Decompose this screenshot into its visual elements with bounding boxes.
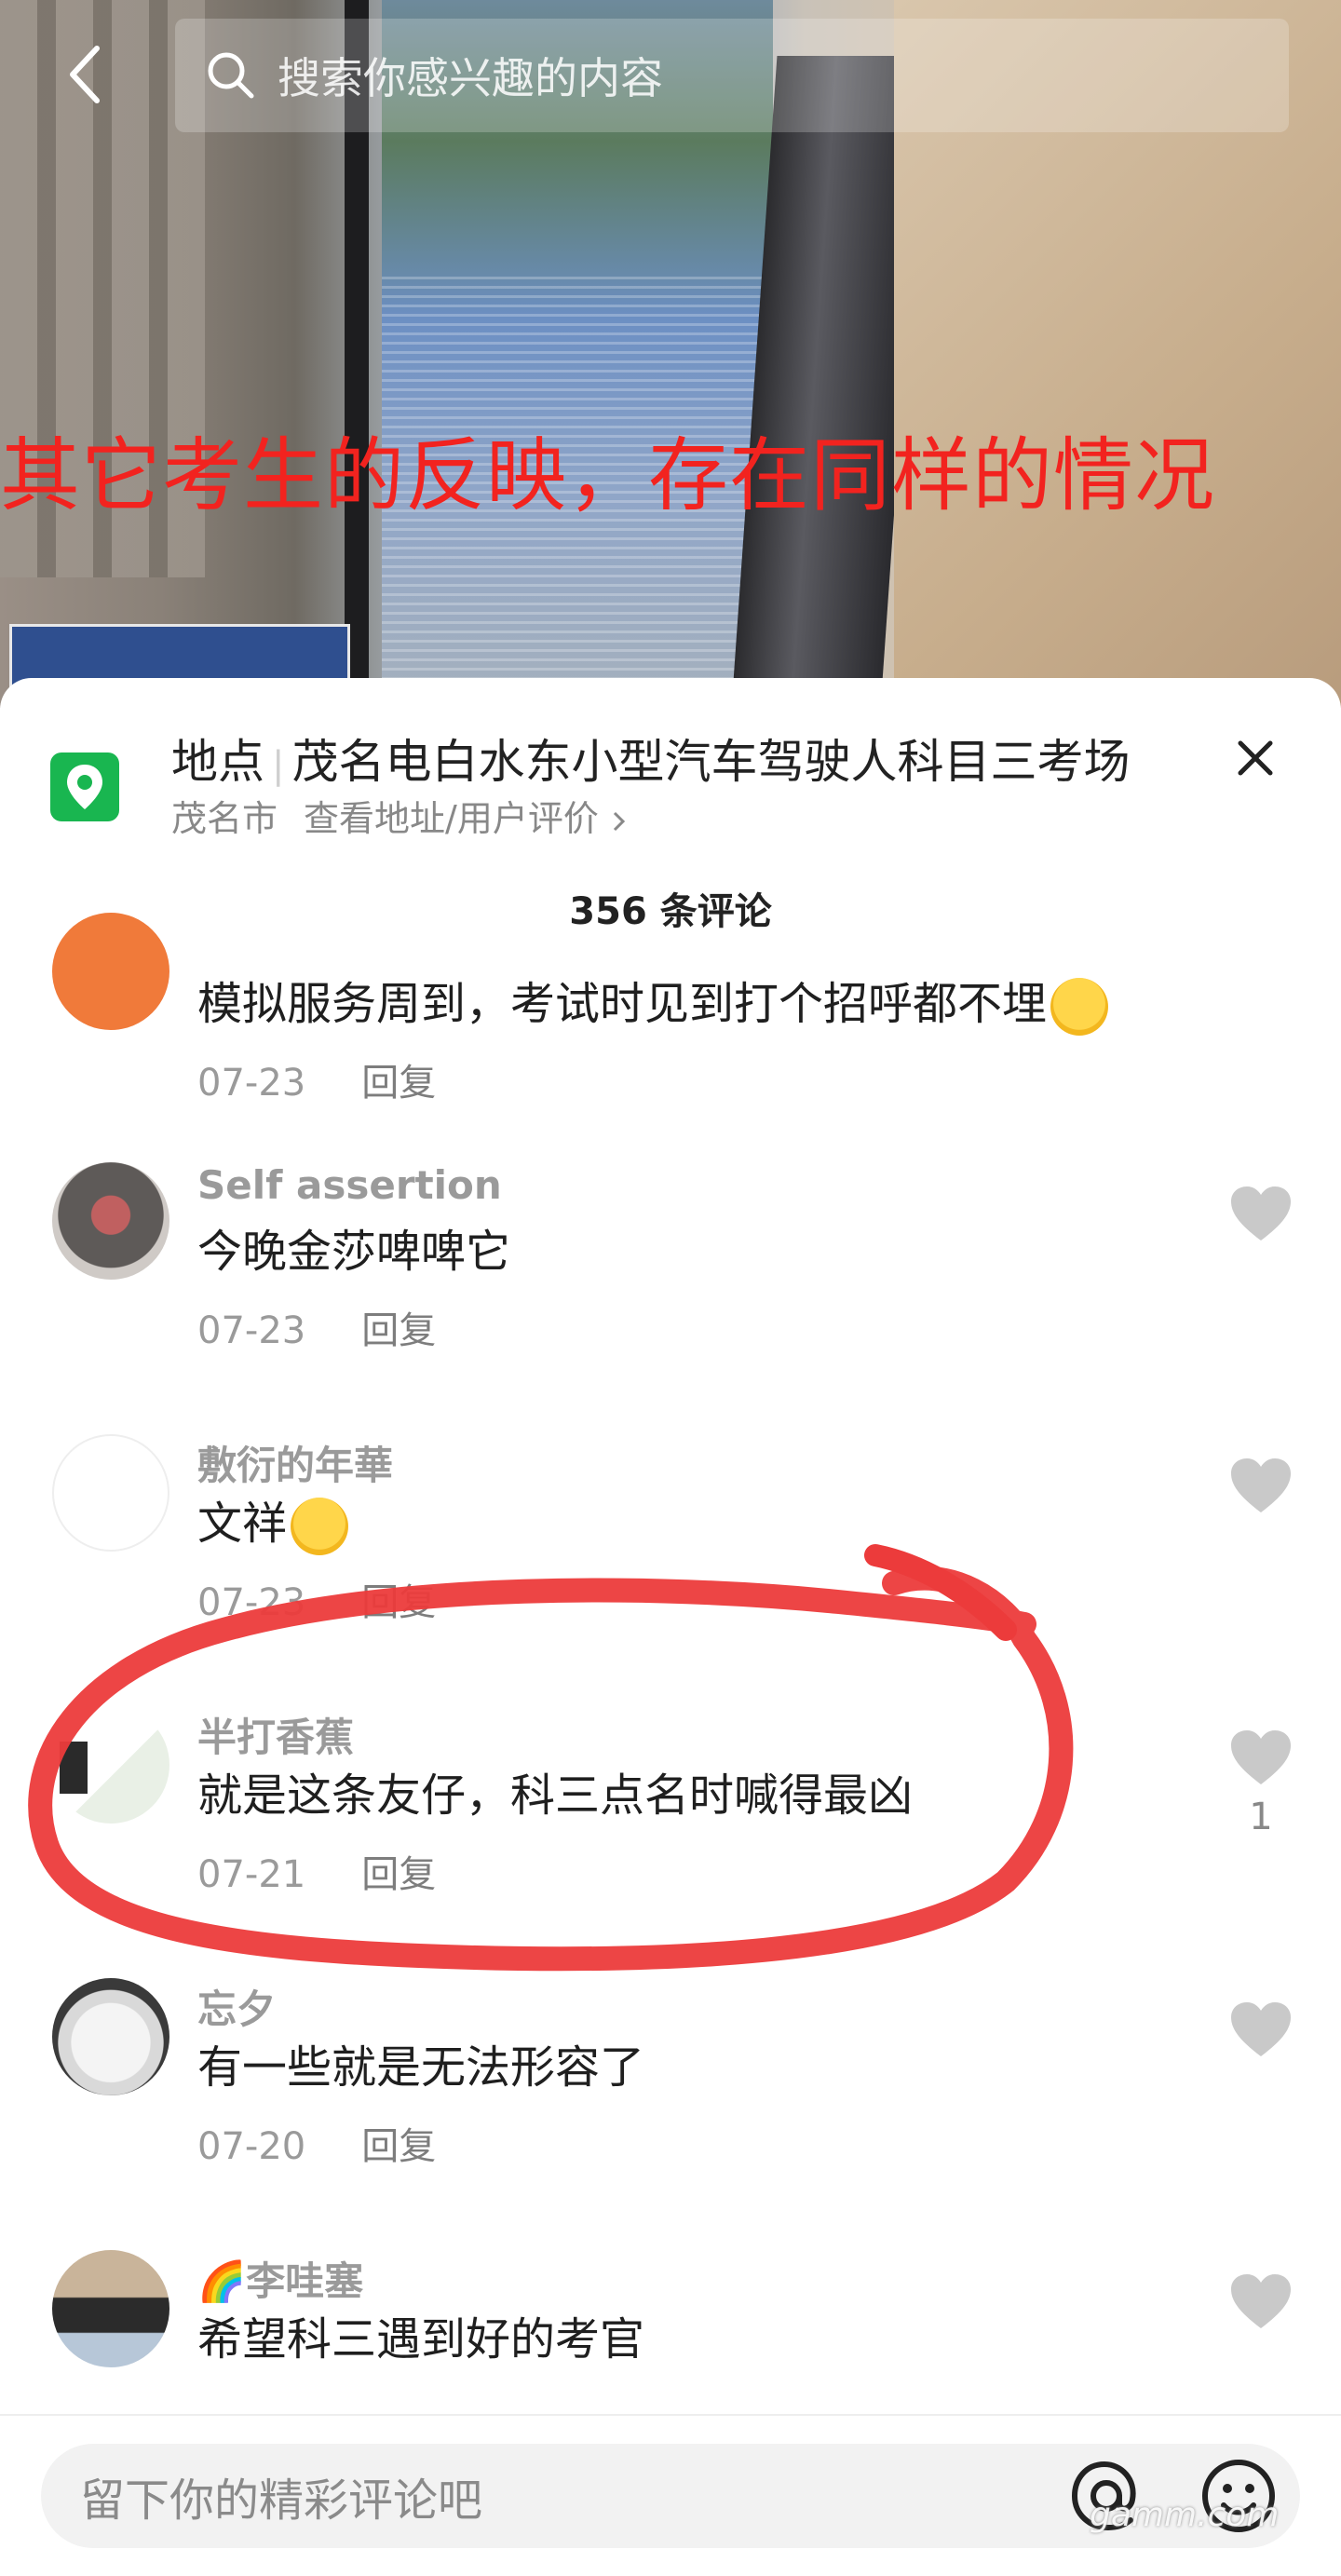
avatar[interactable] (52, 1162, 169, 1280)
search-placeholder: 搜索你感兴趣的内容 (278, 53, 663, 103)
comment-meta: 07-20 回复 (197, 2116, 436, 2170)
heart-icon[interactable] (1227, 1455, 1294, 1516)
comment-item: 忘夕 有一些就是无法形容了 07-20 回复 (0, 1978, 1341, 2250)
comment-item: 敷衍的年華 文祥 07-23 回复 (0, 1434, 1341, 1706)
heart-icon[interactable] (1227, 1183, 1294, 1244)
comment-text: 有一些就是无法形容了 (197, 2041, 645, 2094)
reply-button[interactable]: 回复 (361, 1853, 436, 1896)
comment-text: 今晚金莎啤啤它 (197, 1226, 511, 1278)
heart-icon[interactable] (1227, 1727, 1294, 1788)
search-input[interactable]: 搜索你感兴趣的内容 (175, 19, 1289, 132)
watermark: gamm.com (1090, 2496, 1280, 2534)
video-player[interactable]: 其它考生的反映，存在同样的情况 搜索你感兴趣的内容 (0, 0, 1341, 708)
close-icon (1238, 740, 1273, 776)
comment-text-content: 文祥 (197, 1498, 288, 1550)
location-pin-icon (50, 752, 119, 821)
comment-date: 07-23 (197, 1581, 306, 1624)
comment-date: 07-23 (197, 1062, 306, 1105)
location-label: 地点 (171, 735, 264, 789)
location-separator: | (272, 744, 285, 787)
comment-item: Self assertion 今晚金莎啤啤它 07-23 回复 (0, 1162, 1341, 1434)
comment-username[interactable]: 🌈李哇塞 (197, 2250, 363, 2307)
comment-date: 07-23 (197, 1309, 306, 1352)
comment-input-placeholder: 留下你的精彩评论吧 (80, 2474, 483, 2527)
location-title: 地点 | 茂名电白水东小型汽车驾驶人科目三考场 (171, 725, 1130, 792)
search-icon (208, 52, 254, 99)
comment-username[interactable]: 半打香蕉 (197, 1706, 354, 1763)
location-row[interactable]: 地点 | 茂名电白水东小型汽车驾驶人科目三考场 茂名市 查看地址/用户评价 (0, 678, 1341, 855)
reply-button[interactable]: 回复 (361, 1309, 436, 1352)
avatar[interactable] (52, 1706, 169, 1824)
comment-count: 356 条评论 (569, 890, 772, 933)
reply-button[interactable]: 回复 (361, 1062, 436, 1105)
chevron-right-icon (613, 811, 626, 831)
comment-username[interactable]: 敷衍的年華 (197, 1434, 393, 1491)
video-caption: 其它考生的反映，存在同样的情况 (0, 429, 1215, 522)
comment-date: 07-21 (197, 1853, 306, 1896)
top-bar: 搜索你感兴趣的内容 (0, 0, 1341, 158)
comment-text: 就是这条友仔，科三点名时喊得最凶 (197, 1769, 914, 1822)
comment-text-content: 模拟服务周到，考试时见到打个招呼都不埋 (197, 978, 1048, 1030)
comment-sheet: 地点 | 茂名电白水东小型汽车驾驶人科目三考场 茂名市 查看地址/用户评价 356 条… (0, 678, 1341, 2574)
comment-meta: 07-21 回复 (197, 1844, 436, 1898)
location-reviews-link[interactable]: 查看地址/用户评价 (304, 798, 599, 839)
comment-text: 模拟服务周到，考试时见到打个招呼都不埋 (197, 967, 1109, 1036)
tears-of-joy-emoji-icon (291, 1498, 349, 1555)
comment-username[interactable]: Self assertion (197, 1162, 502, 1208)
comment-meta: 07-23 回复 (197, 1572, 436, 1626)
comment-username[interactable]: 忘夕 (197, 1978, 276, 2035)
comment-date: 07-20 (197, 2125, 306, 2168)
avatar[interactable] (52, 913, 169, 1030)
like-count: 1 (1249, 1796, 1273, 1838)
comment-text: 希望科三遇到好的考官 (197, 2313, 645, 2366)
back-button[interactable] (48, 37, 123, 112)
avatar[interactable] (52, 1978, 169, 2095)
comment-meta: 07-23 回复 (197, 1300, 436, 1354)
location-name: 茂名电白水东小型汽车驾驶人科目三考场 (291, 735, 1131, 789)
reply-button[interactable]: 回复 (361, 1581, 436, 1624)
comment-meta: 07-23 回复 (197, 1052, 436, 1106)
avatar[interactable] (52, 2250, 169, 2367)
close-button[interactable] (1226, 728, 1285, 788)
comment-item: 半打香蕉 就是这条友仔，科三点名时喊得最凶 07-21 回复 1 (0, 1706, 1341, 1978)
reply-button[interactable]: 回复 (361, 2125, 436, 2168)
heart-icon[interactable] (1227, 2271, 1294, 2332)
back-arrow-icon (70, 46, 100, 103)
comment-text: 文祥 (197, 1486, 349, 1555)
location-subtitle: 茂名市 查看地址/用户评价 (171, 790, 629, 841)
location-city: 茂名市 (171, 798, 278, 839)
bottom-bar: 留下你的精彩评论吧 gamm.com (0, 2414, 1341, 2576)
heart-icon[interactable] (1227, 1999, 1294, 2060)
laugh-emoji-icon (1050, 978, 1109, 1036)
avatar[interactable] (52, 1434, 169, 1552)
